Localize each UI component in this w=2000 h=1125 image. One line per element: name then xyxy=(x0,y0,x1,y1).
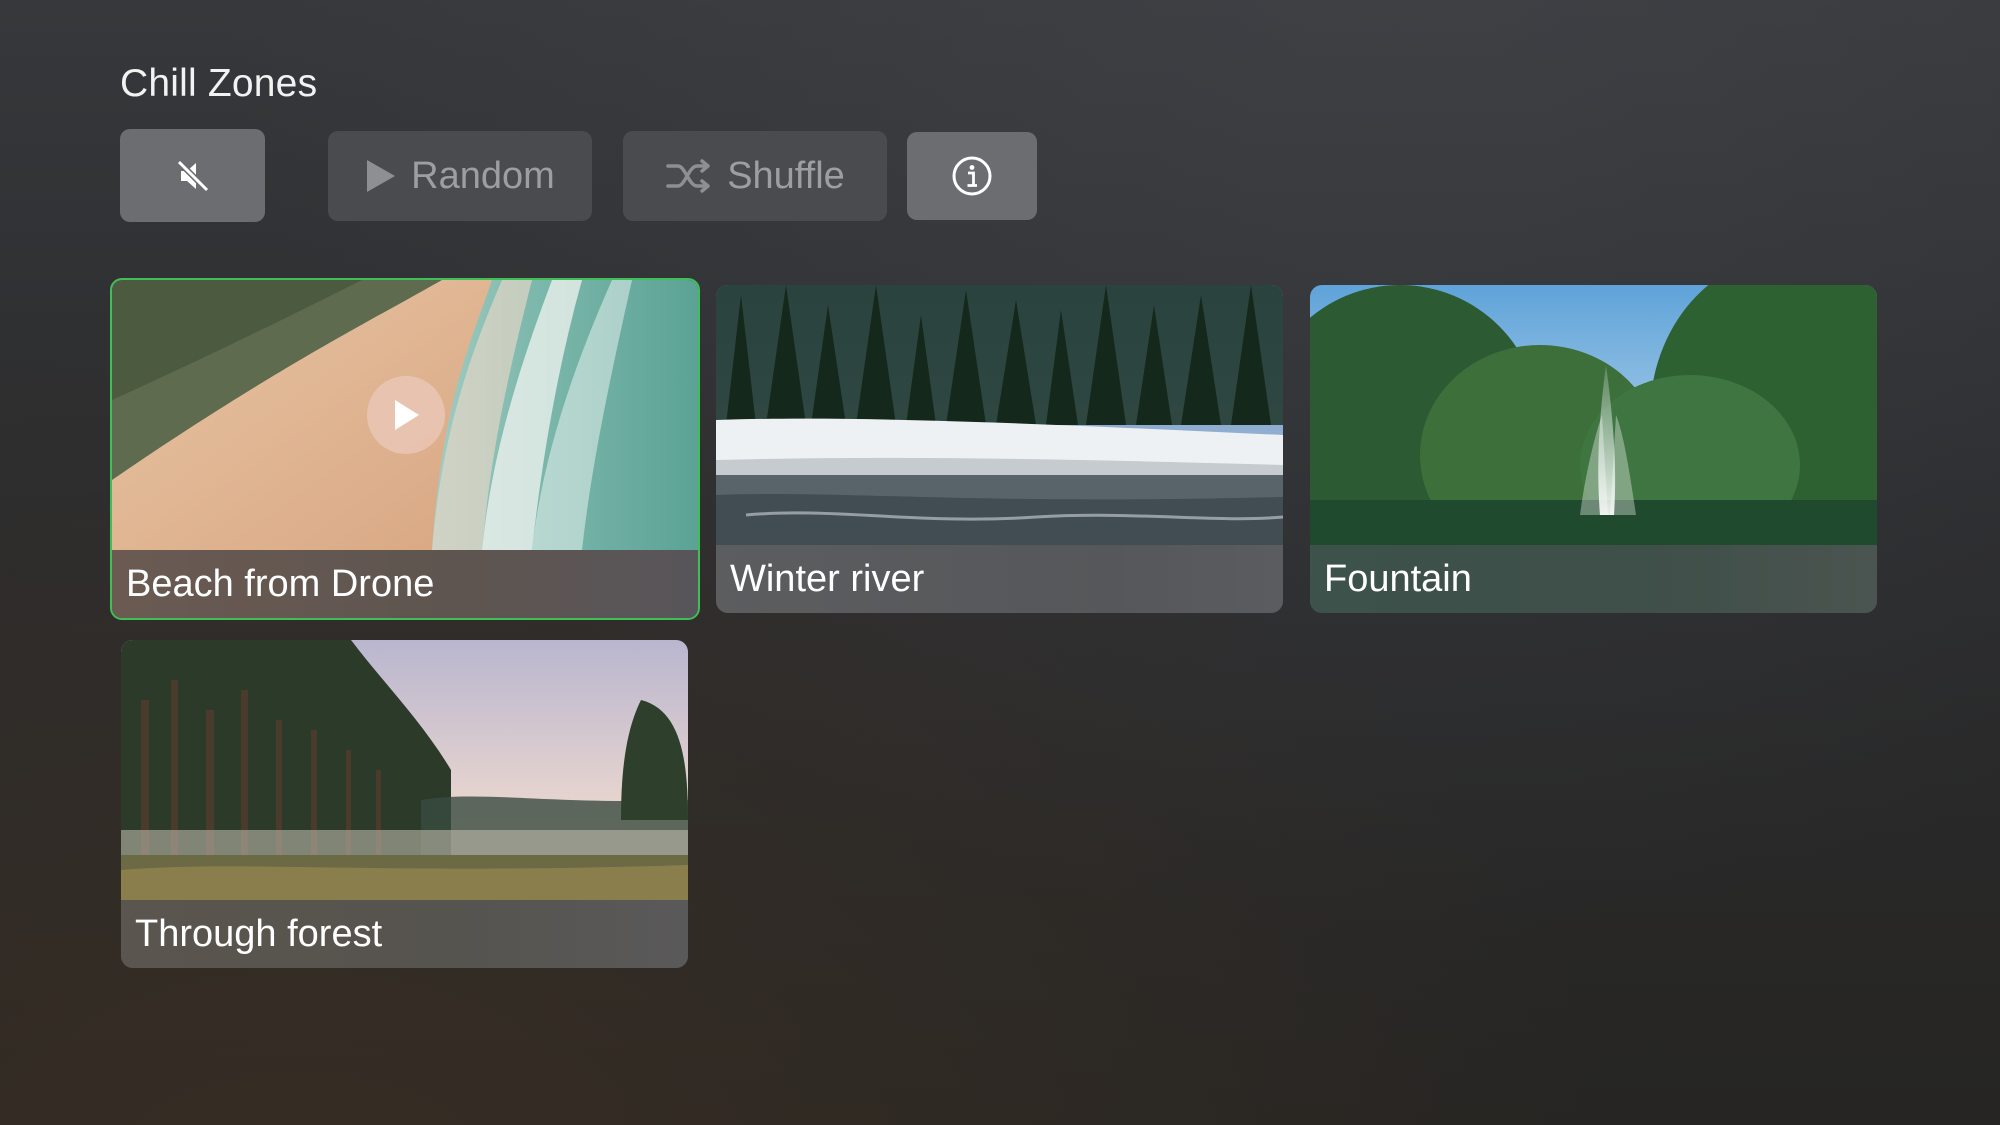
video-card-winter-river[interactable]: Winter river xyxy=(716,285,1283,613)
video-card-fountain[interactable]: Fountain xyxy=(1310,285,1877,613)
video-title: Beach from Drone xyxy=(112,550,698,618)
shuffle-button-label: Shuffle xyxy=(727,154,845,197)
video-title: Through forest xyxy=(121,900,688,968)
screen: Chill Zones Random Shuffle Beach from Dr… xyxy=(0,0,2000,1125)
mute-button[interactable] xyxy=(120,129,265,222)
info-icon xyxy=(952,156,992,196)
random-button[interactable]: Random xyxy=(328,131,592,221)
play-overlay-button[interactable] xyxy=(367,376,445,454)
speaker-muted-icon xyxy=(176,159,209,192)
thumbnail-winter-river xyxy=(716,285,1283,545)
shuffle-button[interactable]: Shuffle xyxy=(623,131,887,221)
random-button-label: Random xyxy=(411,154,555,197)
play-icon xyxy=(367,160,396,192)
play-icon xyxy=(395,400,419,430)
video-card-through-forest[interactable]: Through forest xyxy=(121,640,688,968)
shuffle-icon xyxy=(666,159,710,193)
page-title: Chill Zones xyxy=(120,62,318,105)
video-card-beach[interactable]: Beach from Drone xyxy=(110,278,700,620)
info-button[interactable] xyxy=(907,132,1037,220)
video-title: Winter river xyxy=(716,545,1283,613)
video-title: Fountain xyxy=(1310,545,1877,613)
thumbnail-through-forest xyxy=(121,640,688,900)
thumbnail-fountain xyxy=(1310,285,1877,545)
